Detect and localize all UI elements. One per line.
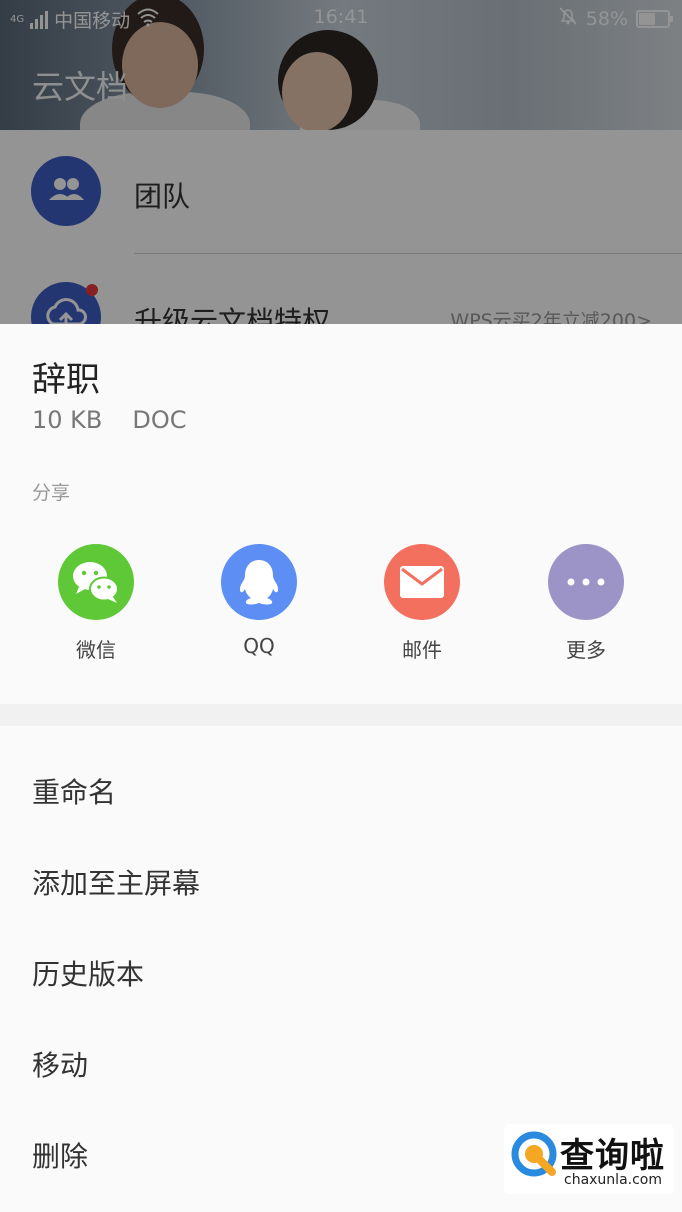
dim-overlay[interactable]	[0, 0, 682, 324]
menu-move[interactable]: 移动	[32, 1044, 88, 1084]
watermark-logo-icon	[510, 1130, 560, 1180]
watermark-title: 查询啦	[560, 1136, 665, 1176]
file-type: DOC	[132, 406, 187, 434]
qq-icon	[221, 544, 297, 620]
watermark: 查询啦 chaxunla.com	[504, 1124, 674, 1194]
share-more-button[interactable]: 更多	[516, 544, 656, 663]
file-size: 10 KB	[32, 406, 103, 434]
share-mail-label: 邮件	[402, 638, 442, 662]
wechat-icon	[58, 544, 134, 620]
more-icon	[548, 544, 624, 620]
file-action-sheet: 辞职 10 KB DOC 分享 微信 QQ 邮件 更多 重命名 添加至主屏幕 历…	[0, 324, 682, 1212]
mail-icon	[384, 544, 460, 620]
share-wechat-label: 微信	[76, 638, 116, 662]
menu-history-versions[interactable]: 历史版本	[32, 953, 144, 993]
share-wechat-button[interactable]: 微信	[26, 544, 166, 663]
share-more-label: 更多	[566, 638, 606, 662]
share-mail-button[interactable]: 邮件	[352, 544, 492, 663]
menu-add-to-home[interactable]: 添加至主屏幕	[32, 862, 200, 902]
share-qq-label: QQ	[243, 634, 275, 658]
menu-rename[interactable]: 重命名	[32, 771, 116, 811]
share-targets: 微信 QQ 邮件 更多	[0, 544, 682, 674]
section-separator	[0, 704, 682, 726]
file-name: 辞职	[32, 360, 100, 400]
file-meta: 10 KB DOC	[32, 406, 187, 434]
share-qq-button[interactable]: QQ	[189, 544, 329, 658]
share-section-title: 分享	[32, 482, 71, 504]
menu-delete[interactable]: 删除	[32, 1135, 88, 1175]
watermark-subtitle: chaxunla.com	[564, 1172, 662, 1188]
background-app: 云文档 团队 升级云文档特权 WPS云买2年立减200> 4G 中国移动 16:…	[0, 0, 682, 324]
